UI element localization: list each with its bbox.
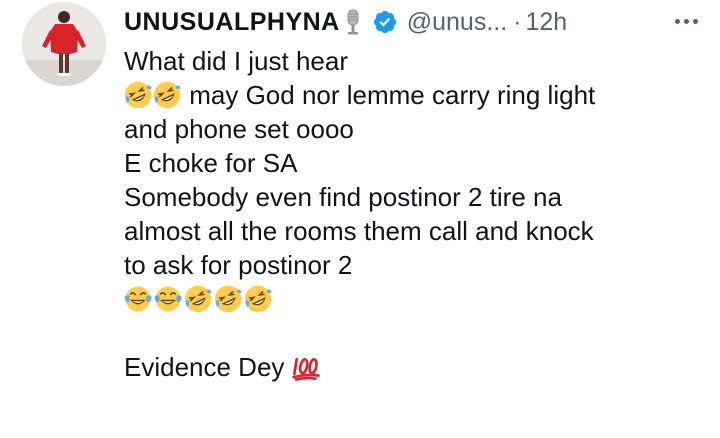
tweet-line: may God nor lemme carry ring light — [124, 78, 714, 112]
verified-badge-icon — [372, 9, 398, 35]
tweet-line-text: Evidence Dey — [124, 352, 285, 382]
rolling-on-floor-laughing-emoji — [184, 285, 212, 313]
microphone-icon — [344, 8, 362, 36]
tweet-text: What did I just hear may God nor lemme c… — [124, 44, 714, 384]
face-with-tears-of-joy-emoji — [154, 286, 182, 312]
rolling-on-floor-laughing-emoji — [124, 81, 152, 109]
more-options-dot — [692, 18, 698, 24]
avatar-image — [22, 2, 106, 86]
tweet-header: UNUSUALPHYNA @unus... · 12h — [124, 4, 567, 40]
rolling-on-floor-laughing-emoji — [244, 285, 272, 313]
tweet-line: to ask for postinor 2 — [124, 250, 353, 280]
tweet-line: almost all the rooms them call and knock — [124, 216, 594, 246]
tweet-line: E choke for SA — [124, 148, 298, 178]
tweet-line: Somebody even find postinor 2 tire na — [124, 182, 562, 212]
more-options-icon — [674, 18, 680, 24]
more-options-button[interactable] — [668, 6, 704, 36]
tweet-line: and phone set oooo — [124, 114, 354, 144]
tweet-line: What did I just hear — [124, 46, 348, 76]
timestamp[interactable]: 12h — [526, 8, 568, 37]
more-options-dot — [683, 18, 689, 24]
emoji-line — [124, 282, 714, 316]
tweet-line: Evidence Dey — [124, 350, 714, 384]
avatar[interactable] — [22, 2, 106, 86]
separator-dot: · — [513, 7, 522, 36]
user-handle[interactable]: @unus... — [407, 8, 507, 37]
tweet[interactable]: UNUSUALPHYNA @unus... · 12h What did I j… — [0, 0, 720, 438]
display-name[interactable]: UNUSUALPHYNA — [124, 8, 340, 37]
tweet-line-text: may God nor lemme carry ring light — [189, 80, 596, 110]
hundred-points-emoji — [291, 357, 320, 381]
rolling-on-floor-laughing-emoji — [153, 81, 181, 109]
face-with-tears-of-joy-emoji — [124, 286, 152, 312]
rolling-on-floor-laughing-emoji — [214, 285, 242, 313]
